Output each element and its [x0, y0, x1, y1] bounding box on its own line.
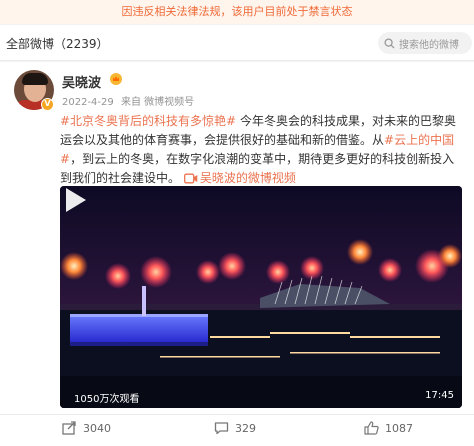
post-meta: 2022-4-29 来自 微博视频号 [62, 93, 194, 108]
video-camera-icon [183, 173, 198, 184]
video-player[interactable]: 1050万次观看 17:45 [60, 186, 462, 408]
video-link[interactable]: 吴晓波的微博视频 [183, 171, 296, 185]
comment-icon [214, 422, 229, 435]
repost-icon [62, 421, 76, 435]
like-count: 1087 [385, 421, 413, 435]
crown-icon[interactable] [110, 73, 122, 85]
all-weibo-tab[interactable]: 全部微博（2239） [6, 35, 109, 52]
comment-count: 329 [235, 421, 256, 435]
topic-link[interactable]: #北京冬奥背后的科技有多惊艳# [60, 114, 236, 128]
post-source: 来自 微博视频号 [120, 97, 195, 108]
search-icon [384, 37, 395, 49]
weibo-post: V 吴晓波 2022-4-29 来自 微博视频号 #北京冬奥背后的科技有多惊艳#… [0, 62, 474, 446]
like-button[interactable]: 1087 [364, 421, 413, 435]
like-icon [364, 421, 379, 435]
view-count: 1050万次观看 [74, 394, 140, 405]
feed-header: 全部微博（2239） 搜索他的微博 [0, 25, 474, 61]
post-date[interactable]: 2022-4-29 [62, 97, 114, 108]
video-thumbnail [60, 186, 462, 408]
video-duration: 17:45 [425, 390, 454, 401]
repost-count: 3040 [83, 421, 111, 435]
repost-button[interactable]: 3040 [62, 421, 111, 435]
post-text: #北京冬奥背后的科技有多惊艳# 今年冬奥会的科技成果，对未来的巴黎奥运会以及其他… [60, 112, 462, 188]
play-icon[interactable] [60, 186, 88, 214]
verified-icon: V [41, 98, 54, 111]
search-input[interactable]: 搜索他的微博 [378, 32, 472, 54]
video-link-label: 吴晓波的微博视频 [199, 171, 296, 185]
post-actions: 3040 329 1087 [0, 414, 474, 446]
author-name[interactable]: 吴晓波 [62, 72, 101, 91]
comment-button[interactable]: 329 [214, 421, 256, 435]
search-placeholder: 搜索他的微博 [399, 39, 459, 51]
ban-notice-banner: 因违反相关法律法规，该用户目前处于禁言状态 [0, 0, 474, 24]
